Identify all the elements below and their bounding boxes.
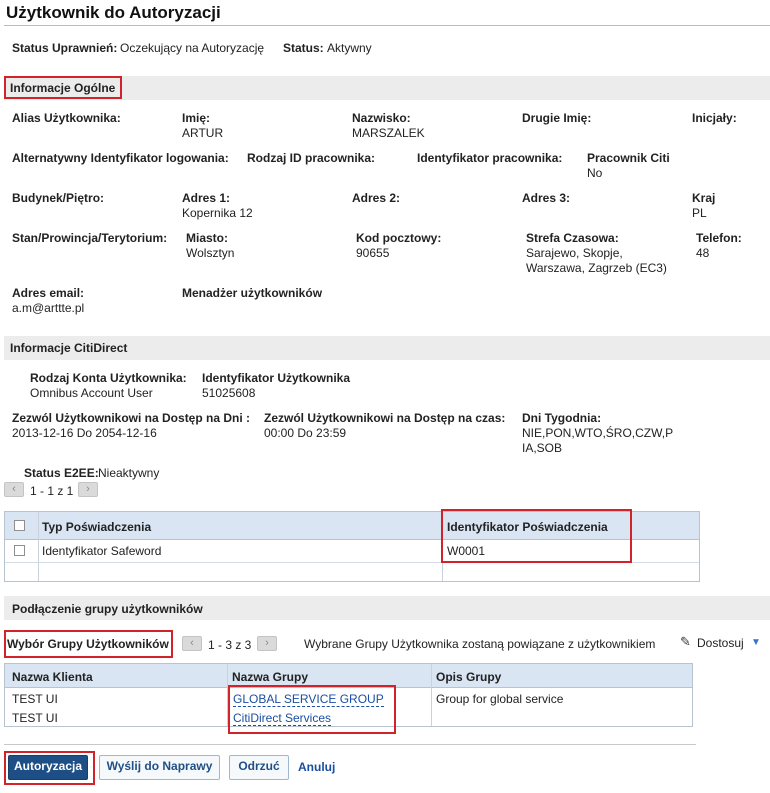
- user-id-value: 51025608: [202, 386, 256, 400]
- client-name-header[interactable]: Nazwa Klienta: [12, 670, 93, 684]
- client-name-cell: TEST UI: [12, 711, 58, 725]
- email-label: Adres email:: [12, 286, 85, 300]
- city-value: Wolsztyn: [186, 246, 235, 260]
- postal-code-label: Kod pocztowy:: [356, 231, 442, 245]
- reject-button[interactable]: Odrzuć: [229, 755, 289, 780]
- access-time-value: 00:00 Do 23:59: [264, 426, 347, 440]
- citidirect-title: Informacje CitiDirect: [10, 341, 128, 355]
- user-manager-label: Menadżer użytkowników: [182, 286, 323, 300]
- building-floor-label: Budynek/Piętro:: [12, 191, 105, 205]
- account-type-label: Rodzaj Konta Użytkownika:: [30, 371, 187, 385]
- last-name-value: MARSZALEK: [352, 126, 425, 140]
- country-label: Kraj: [692, 191, 716, 205]
- groups-next-page-icon[interactable]: ›: [257, 636, 277, 651]
- access-days-value: 2013-12-16 Do 2054-12-16: [12, 426, 157, 440]
- page-title: Użytkownik do Autoryzacji: [6, 3, 221, 22]
- last-name-label: Nazwisko:: [352, 111, 411, 125]
- groups-info-text: Wybrane Grupy Użytkownika zostaną powiąz…: [304, 637, 656, 651]
- weekdays-label: Dni Tygodnia:: [522, 411, 602, 425]
- email-value: a.m@arttte.pl: [12, 301, 85, 315]
- group-assignment-title: Podłączenie grupy użytkowników: [12, 602, 203, 616]
- chevron-down-icon[interactable]: ▼: [751, 637, 761, 648]
- alt-login-label: Alternatywny Identyfikator logowania:: [12, 151, 229, 165]
- customize-icon[interactable]: ✎: [680, 634, 691, 650]
- credential-type-header[interactable]: Typ Poświadczenia: [42, 520, 151, 534]
- column-divider: [38, 512, 39, 581]
- highlight-group-selection: [4, 630, 173, 658]
- e2ee-status-value: Nieaktywny: [98, 466, 160, 480]
- state-label: Stan/Prowincja/Terytorium:: [12, 231, 168, 245]
- first-name-label: Imię:: [182, 111, 211, 125]
- group-name-header[interactable]: Nazwa Grupy: [232, 670, 308, 684]
- phone-value: 48: [696, 246, 710, 260]
- select-all-checkbox[interactable]: [14, 520, 25, 531]
- credentials-pager-text: 1 - 1 z 1: [30, 484, 74, 498]
- row-checkbox[interactable]: [14, 545, 25, 556]
- groups-prev-page-icon[interactable]: ‹: [182, 636, 202, 651]
- initials-label: Inicjały:: [692, 111, 737, 125]
- customize-button[interactable]: Dostosuj: [697, 636, 744, 650]
- access-time-label: Zezwól Użytkownikowi na Dostęp na czas:: [264, 411, 506, 425]
- citi-employee-label: Pracownik Citi: [587, 151, 670, 165]
- phone-label: Telefon:: [696, 231, 742, 245]
- actions-divider: [4, 744, 696, 745]
- middle-name-label: Drugie Imię:: [522, 111, 592, 125]
- city-label: Miasto:: [186, 231, 228, 245]
- credential-type-cell: Identyfikator Safeword: [42, 544, 162, 558]
- address1-value: Kopernika 12: [182, 206, 253, 220]
- e2ee-status-label: Status E2EE:: [24, 466, 99, 480]
- client-name-cell: TEST UI: [12, 692, 58, 706]
- weekdays-value-line2: IA,SOB: [522, 441, 563, 455]
- permission-status-value: Oczekujący na Autoryzację: [120, 41, 265, 55]
- credentials-prev-page-icon[interactable]: ‹: [4, 482, 24, 497]
- postal-code-value: 90655: [356, 246, 390, 260]
- column-divider: [431, 664, 432, 726]
- country-value: PL: [692, 206, 707, 220]
- group-description-cell: Group for global service: [436, 692, 564, 706]
- timezone-value-line1: Sarajewo, Skopje,: [526, 246, 623, 260]
- first-name-value: ARTUR: [182, 126, 224, 140]
- employee-id-type-label: Rodzaj ID pracownika:: [247, 151, 376, 165]
- address1-label: Adres 1:: [182, 191, 231, 205]
- title-divider: [4, 25, 770, 26]
- timezone-label: Strefa Czasowa:: [526, 231, 619, 245]
- groups-pager-text: 1 - 3 z 3: [208, 638, 252, 652]
- employee-id-label: Identyfikator pracownika:: [417, 151, 563, 165]
- permission-status-label: Status Uprawnień:: [12, 41, 118, 55]
- user-id-label: Identyfikator Użytkownika: [202, 371, 351, 385]
- alias-label: Alias Użytkownika:: [12, 111, 121, 125]
- status-label: Status:: [283, 41, 324, 55]
- highlight-group-names: [228, 685, 396, 734]
- highlight-credential-id: [441, 509, 632, 563]
- send-to-repair-button[interactable]: Wyślij do Naprawy: [99, 755, 220, 780]
- highlight-authorize-button: [4, 751, 95, 785]
- citi-employee-value: No: [587, 166, 603, 180]
- access-days-label: Zezwól Użytkownikowi na Dostęp na Dni :: [12, 411, 251, 425]
- weekdays-value-line1: NIE,PON,WTO,ŚRO,CZW,P: [522, 426, 674, 440]
- credentials-next-page-icon[interactable]: ›: [78, 482, 98, 497]
- account-type-value: Omnibus Account User: [30, 386, 153, 400]
- group-description-header[interactable]: Opis Grupy: [436, 670, 501, 684]
- timezone-value-line2: Warszawa, Zagrzeb (EC3): [526, 261, 667, 275]
- address2-label: Adres 2:: [352, 191, 401, 205]
- status-value: Aktywny: [327, 41, 372, 55]
- highlight-general-info: [4, 76, 122, 99]
- cancel-link[interactable]: Anuluj: [298, 760, 335, 774]
- address3-label: Adres 3:: [522, 191, 571, 205]
